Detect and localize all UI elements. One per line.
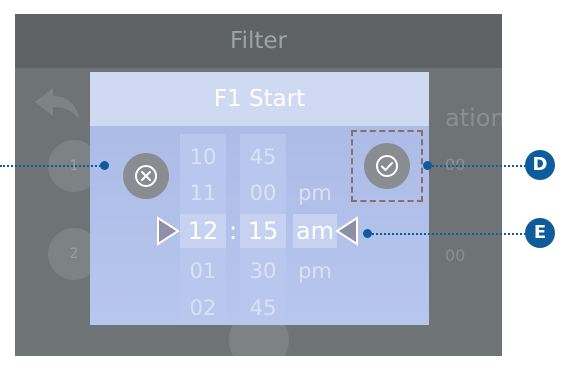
hour-option[interactable]: 01	[183, 256, 223, 286]
hour-option[interactable]: 02	[183, 293, 223, 323]
hour-option[interactable]: 11	[183, 178, 223, 208]
triangle-right-icon[interactable]	[156, 216, 180, 246]
callout-e-line	[368, 233, 526, 235]
minute-option[interactable]: 45	[243, 142, 283, 172]
back-arrow-icon[interactable]	[31, 84, 83, 122]
callout-e-badge: E	[525, 218, 555, 248]
minute-option[interactable]: 30	[243, 256, 283, 286]
ampm-selected[interactable]: am	[295, 216, 335, 246]
dialog-title: F1 Start	[90, 72, 429, 126]
callout-left-line	[0, 165, 104, 167]
filter-2-number: 2	[69, 246, 79, 262]
background-heading: ation	[445, 104, 502, 132]
ampm-option[interactable]: pm	[295, 256, 335, 286]
circle-check-icon	[376, 155, 398, 177]
callout-d-line	[428, 165, 526, 167]
triangle-left-icon[interactable]	[335, 216, 359, 246]
ampm-option[interactable]: pm	[295, 178, 335, 208]
minute-option[interactable]: 45	[243, 293, 283, 323]
callout-d-badge: D	[525, 150, 555, 180]
callout-left-dot	[100, 161, 109, 170]
circle-x-icon	[135, 165, 157, 187]
cancel-button[interactable]	[123, 153, 169, 199]
confirm-button[interactable]	[364, 143, 410, 189]
minute-option[interactable]: 00	[243, 178, 283, 208]
screen-title: Filter	[15, 14, 502, 68]
filter-2-value: 00	[445, 246, 466, 265]
time-picker-dialog: F1 Start 10 11 12 01 02 : 45 00 15 30 45…	[90, 72, 429, 325]
hour-option[interactable]: 10	[183, 142, 223, 172]
minute-selected[interactable]: 15	[243, 216, 283, 246]
spa-control-screen: Filter ation 1 2 00 00 F1 Start 10 11 12…	[15, 14, 502, 356]
